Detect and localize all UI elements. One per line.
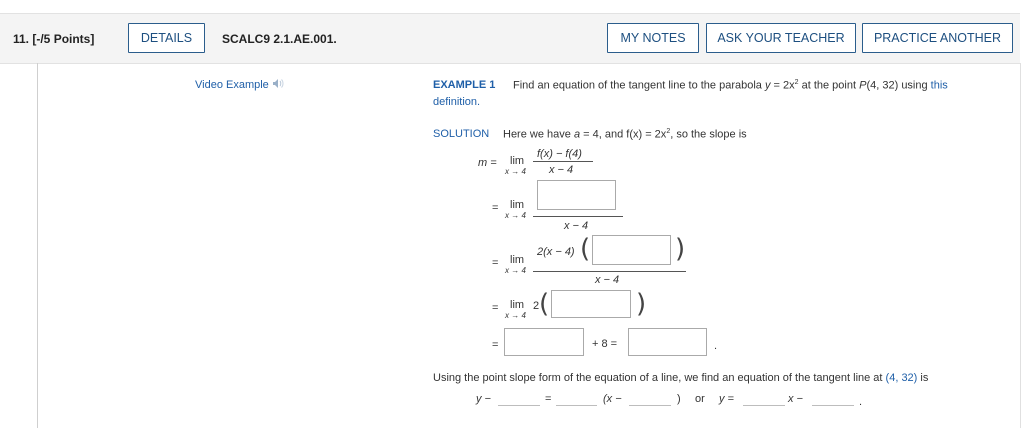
here-text: Here we have — [503, 128, 571, 141]
my-notes-button[interactable]: MY NOTES — [607, 23, 699, 53]
equals-5: = — [492, 339, 499, 351]
x-minus: x − — [788, 393, 803, 405]
period-1: . — [714, 340, 718, 352]
speaker-icon[interactable] — [272, 78, 284, 89]
x0-blank-line — [629, 405, 671, 406]
solution-intro: Here we have a = 4, and f(x) = 2x2, so t… — [503, 128, 747, 141]
m-blank-line — [743, 405, 785, 406]
numerator-input-1[interactable] — [537, 180, 616, 210]
fraction-bar-3 — [533, 271, 686, 272]
video-example-link[interactable]: Video Example — [195, 78, 284, 91]
or-text: or — [695, 393, 705, 405]
details-button[interactable]: DETAILS — [128, 23, 205, 53]
tangent-equals: = — [545, 393, 552, 405]
slope-result-input[interactable] — [628, 328, 707, 356]
open-paren-4: ( — [539, 289, 550, 319]
practice-another-button[interactable]: PRACTICE ANOTHER — [862, 23, 1013, 53]
at-point-text: at the point — [801, 79, 857, 92]
tangent-point: (4, 32) — [885, 372, 918, 384]
lim-sub-3: x → 4 — [505, 266, 526, 275]
y-equals: y = — [719, 393, 734, 405]
question-code: SCALC9 2.1.AE.001. — [222, 32, 337, 46]
lim-sub-4: x → 4 — [505, 311, 526, 320]
lim-1: lim — [510, 155, 525, 167]
y0-blank-line — [498, 405, 540, 406]
fraction-bar-1 — [533, 161, 593, 162]
slope-input[interactable] — [556, 392, 597, 405]
fraction-bar-2 — [533, 216, 623, 217]
and-text: and — [604, 128, 624, 141]
lim-4: lim — [510, 299, 525, 311]
numerator-1: f(x) − f(4) — [537, 148, 582, 160]
example-label: EXAMPLE 1 — [433, 79, 496, 91]
solution-label: SOLUTION — [433, 128, 490, 140]
point-coords: (4, 32) — [866, 79, 899, 92]
denominator-1: x − 4 — [549, 164, 574, 176]
lim-sub-2: x → 4 — [505, 211, 526, 220]
video-example-label: Video Example — [195, 79, 269, 91]
m-equals: m = — [478, 157, 497, 169]
slope-text: , so the slope is — [670, 128, 747, 141]
limit-input[interactable] — [551, 290, 631, 318]
definition-link[interactable]: definition. — [433, 96, 480, 108]
denominator-2: x − 4 — [564, 220, 589, 232]
lim-sub-1: x → 4 — [505, 167, 526, 176]
close-paren-3: ) — [675, 234, 686, 264]
fx-def: f(x) = 2x — [626, 128, 667, 141]
lim-2: lim — [510, 199, 525, 211]
tangent-slope-input[interactable] — [743, 392, 785, 405]
example-statement: Find an equation of the tangent line to … — [513, 79, 948, 92]
close-paren-tangent: ) — [677, 393, 681, 405]
y0-input[interactable] — [498, 392, 540, 405]
plus-eight: + 8 = — [592, 338, 618, 350]
example-text: Find an equation of the tangent line to … — [513, 79, 762, 92]
equals-4: = — [492, 302, 499, 314]
b-blank-line — [812, 405, 854, 406]
equals-3: = — [492, 257, 499, 269]
result-input-1[interactable] — [504, 328, 584, 356]
is-text: is — [920, 372, 929, 384]
slope-blank-line — [556, 405, 597, 406]
y-minus: y − — [476, 393, 491, 405]
lim-3: lim — [510, 254, 525, 266]
intercept-input[interactable] — [812, 392, 854, 405]
paren-x-minus: (x − — [603, 393, 622, 405]
numerator-3-prefix: 2(x − 4) — [537, 246, 575, 258]
open-paren-3: ( — [580, 234, 591, 264]
close-paren-4: ) — [636, 289, 647, 319]
denominator-3: x − 4 — [595, 274, 620, 286]
tangent-text: Using the point slope form of the equati… — [433, 372, 883, 384]
this-link[interactable]: this — [931, 80, 948, 92]
numerator-input-2[interactable] — [592, 235, 671, 265]
equals-2: = — [492, 202, 499, 214]
question-header: 11. [-/5 Points] DETAILS SCALC9 2.1.AE.0… — [0, 13, 1020, 64]
tangent-statement: Using the point slope form of the equati… — [433, 372, 928, 384]
question-number: 11. [-/5 Points] — [13, 32, 95, 46]
using-text: using — [901, 79, 928, 92]
eq-exponent: 2 — [794, 79, 799, 86]
period-2: . — [859, 396, 863, 408]
a-value: = 4, — [580, 128, 602, 141]
eq-rhs: = 2x — [770, 79, 795, 92]
x0-input[interactable] — [629, 392, 671, 405]
ask-your-teacher-button[interactable]: ASK YOUR TEACHER — [706, 23, 856, 53]
